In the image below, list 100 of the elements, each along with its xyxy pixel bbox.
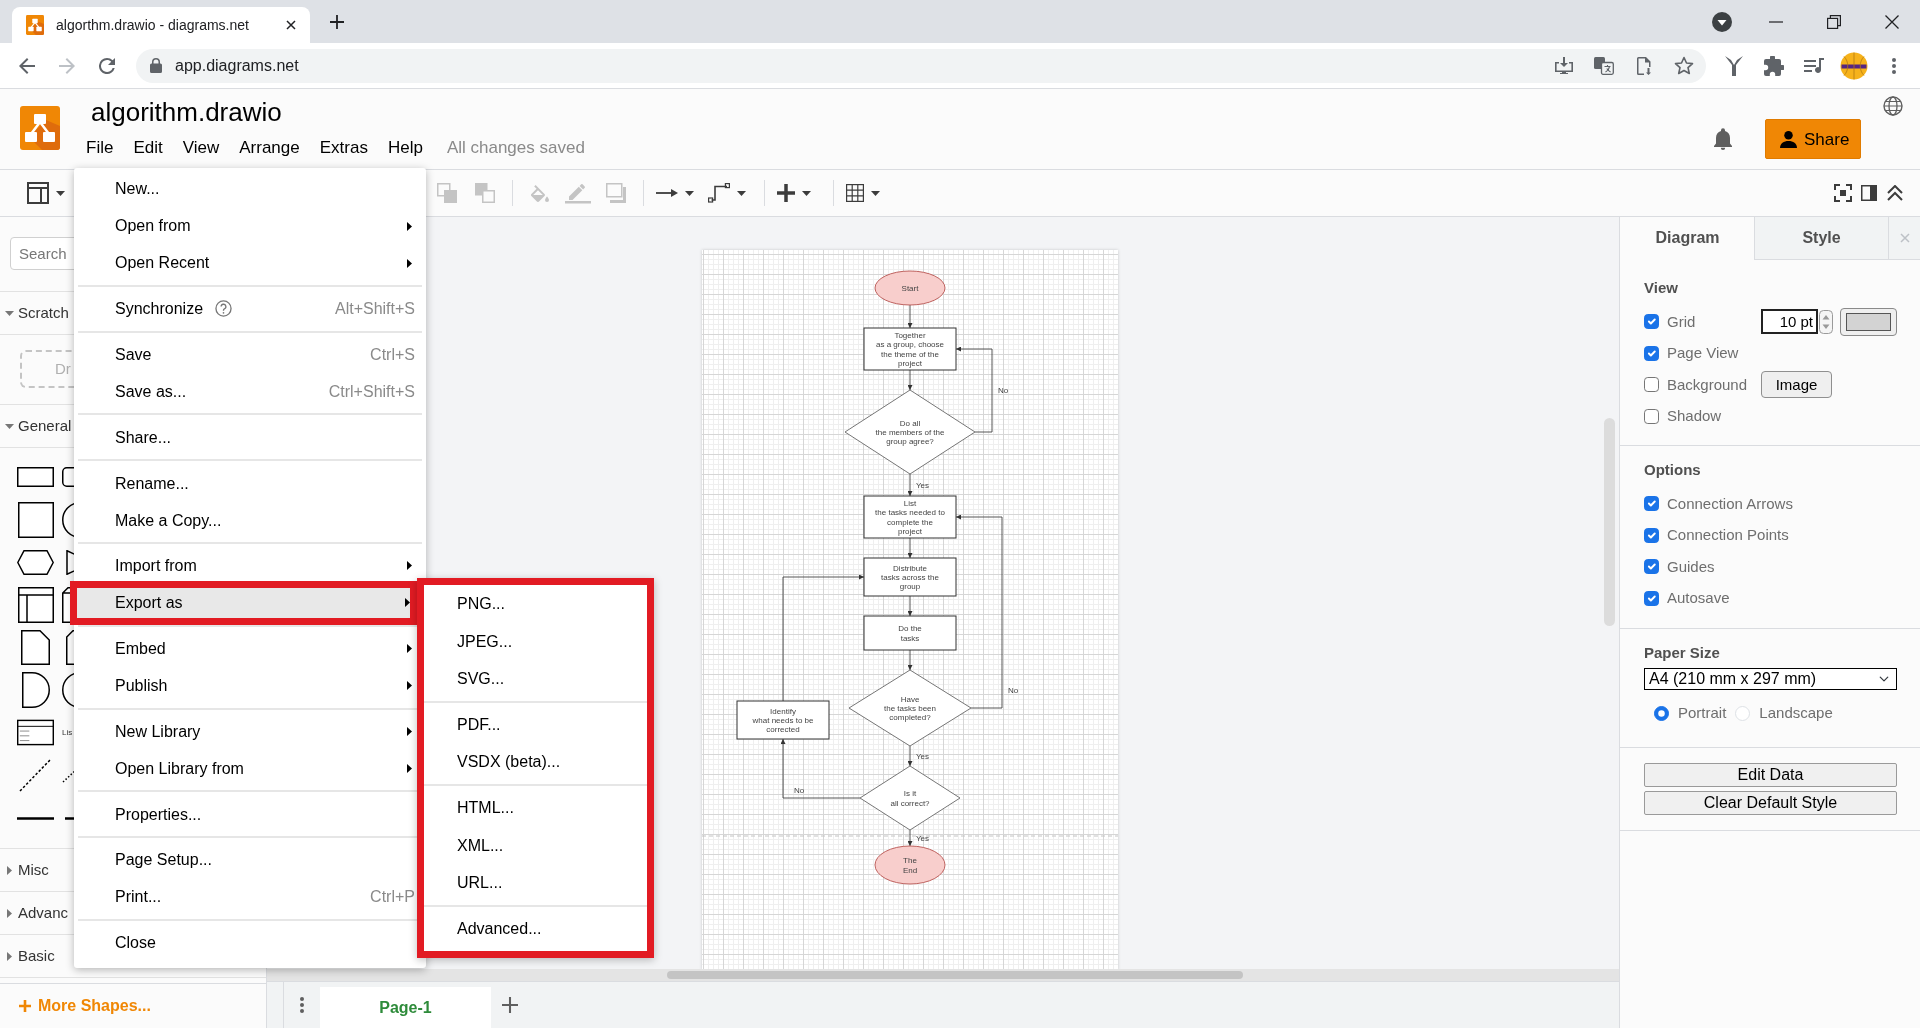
half-round-shape[interactable]	[21, 672, 50, 709]
more-icon[interactable]	[1892, 57, 1896, 74]
menu-item[interactable]: New Library	[74, 716, 417, 747]
action-button[interactable]: Edit Data	[1644, 763, 1897, 787]
add-icon[interactable]	[330, 14, 344, 29]
panel-tab[interactable]: Style	[1754, 217, 1888, 260]
caret-icon[interactable]	[56, 190, 65, 196]
menu-item[interactable]: Synchronize Alt+Shift+S	[74, 293, 417, 324]
panel-icon[interactable]	[1861, 185, 1877, 201]
chevrons-up-icon[interactable]	[1887, 185, 1903, 201]
logo-icon[interactable]	[20, 106, 60, 150]
address-bar[interactable]: app.diagrams.net	[136, 48, 1706, 83]
caret-circle-icon[interactable]	[1712, 11, 1732, 32]
submenu-item[interactable]: PDF...	[424, 705, 647, 744]
checkbox-label[interactable]: Page View	[1667, 344, 1739, 363]
paper-size-select[interactable]: A4 (210 mm x 297 mm)	[1644, 668, 1897, 690]
decision-diamond[interactable]: Is it all correct?	[859, 765, 961, 831]
spinner-icon[interactable]	[1819, 309, 1833, 334]
submenu-item[interactable]: XML...	[424, 826, 647, 865]
menu-item[interactable]: Page Setup...	[74, 845, 417, 876]
avatar-icon[interactable]	[1840, 51, 1868, 80]
menu-item[interactable]: Properties...	[74, 799, 417, 830]
playlist-icon[interactable]	[1804, 57, 1824, 74]
funnel-icon[interactable]	[1725, 55, 1743, 76]
menu-bar-item[interactable]: Arrange	[229, 136, 310, 160]
rectangle-shape[interactable]	[17, 467, 54, 488]
checkbox[interactable]	[1644, 527, 1659, 543]
checkbox-label[interactable]: Guides	[1667, 557, 1715, 576]
reload-icon[interactable]	[99, 57, 115, 74]
close-icon[interactable]	[1884, 14, 1899, 29]
caret-icon[interactable]	[871, 190, 880, 196]
checkbox-label[interactable]: Connection Arrows	[1667, 494, 1793, 513]
checkbox-label[interactable]: Shadow	[1667, 407, 1722, 426]
back-icon[interactable]	[19, 57, 35, 74]
document-shape[interactable]	[21, 630, 50, 666]
hexagon-shape[interactable]	[17, 550, 54, 575]
process-box[interactable]: Together as a group, choose the theme of the project	[863, 327, 957, 371]
checkbox[interactable]	[1644, 496, 1659, 512]
line-shape[interactable]	[62, 816, 74, 820]
square-shape[interactable]	[17, 501, 54, 538]
menu-item[interactable]: Rename...	[74, 468, 417, 499]
globe-icon[interactable]	[1883, 96, 1903, 116]
menu-item[interactable]: Export as	[70, 580, 417, 625]
menu-item[interactable]: Embed	[74, 633, 417, 664]
document-title[interactable]: algorithm.drawio	[91, 97, 585, 127]
more-icon[interactable]	[300, 997, 304, 1013]
translate-icon[interactable]	[1594, 56, 1614, 75]
table-icon[interactable]	[846, 184, 864, 202]
terminator-ellipse[interactable]: The End	[874, 845, 946, 885]
process-box[interactable]: List the tasks needed to complete the project	[863, 495, 957, 539]
submenu-item[interactable]: JPEG...	[424, 622, 647, 660]
color-button[interactable]	[1840, 307, 1897, 336]
fullscreen-icon[interactable]	[1834, 184, 1852, 202]
restore-icon[interactable]	[1827, 14, 1841, 29]
caret-icon[interactable]	[737, 190, 746, 196]
checkbox[interactable]	[1644, 345, 1659, 361]
puzzle-icon[interactable]	[1764, 55, 1784, 76]
menu-bar-item[interactable]: Extras	[309, 136, 378, 160]
browser-tab[interactable]: algorthm.drawio - diagrams.net	[12, 7, 310, 43]
menu-bar-item[interactable]: File	[76, 136, 124, 160]
checkbox[interactable]	[1644, 559, 1659, 575]
menu-bar-item[interactable]: Edit	[123, 136, 173, 160]
checkbox[interactable]	[1644, 408, 1659, 424]
decision-diamond[interactable]: Have the tasks been completed?	[848, 669, 972, 747]
dashed-line-shape[interactable]	[19, 758, 52, 793]
help-icon[interactable]	[215, 300, 233, 318]
share-button[interactable]: Share	[1765, 119, 1861, 159]
menu-bar-item[interactable]: Help	[377, 136, 433, 160]
decision-diamond[interactable]: Do all the members of the group agree?	[844, 389, 976, 475]
checkbox[interactable]	[1644, 590, 1659, 606]
menu-bar-item[interactable]: View	[172, 136, 230, 160]
elbow-connector-icon[interactable]	[708, 183, 730, 203]
line-shape[interactable]	[17, 816, 54, 820]
radio-label[interactable]: Portrait	[1678, 704, 1727, 722]
layout-icon[interactable]	[27, 182, 49, 204]
action-button[interactable]: Clear Default Style	[1644, 791, 1897, 815]
checkbox-label[interactable]: Background	[1667, 375, 1748, 394]
download-icon[interactable]	[1555, 57, 1573, 74]
bell-icon[interactable]	[1714, 128, 1732, 150]
radio-label[interactable]: Landscape	[1759, 704, 1833, 722]
container-shape[interactable]	[17, 587, 54, 624]
horizontal-scrollbar[interactable]	[667, 971, 1243, 979]
process-box[interactable]: Do the tasks	[863, 615, 957, 651]
arrow-icon[interactable]	[656, 189, 678, 197]
submenu-item[interactable]: URL...	[424, 864, 647, 902]
page-tab[interactable]: Page-1	[320, 987, 491, 1028]
checkbox[interactable]	[1644, 314, 1659, 330]
menu-item[interactable]: New...	[74, 174, 417, 204]
process-box[interactable]: Identify what needs to be corrected	[736, 700, 830, 740]
submenu-item[interactable]: VSDX (beta)...	[424, 743, 647, 781]
checkbox-label[interactable]: Autosave	[1667, 589, 1730, 608]
submenu-item[interactable]: Advanced...	[424, 909, 647, 948]
star-icon[interactable]	[1674, 56, 1694, 75]
file-download-icon[interactable]	[1637, 56, 1651, 75]
list-shape[interactable]	[17, 719, 54, 747]
caret-icon[interactable]	[802, 190, 811, 196]
checkbox[interactable]	[1644, 377, 1659, 393]
add-icon[interactable]	[502, 997, 518, 1013]
menu-item[interactable]: Import from	[74, 550, 417, 581]
plus-icon[interactable]	[777, 184, 795, 202]
